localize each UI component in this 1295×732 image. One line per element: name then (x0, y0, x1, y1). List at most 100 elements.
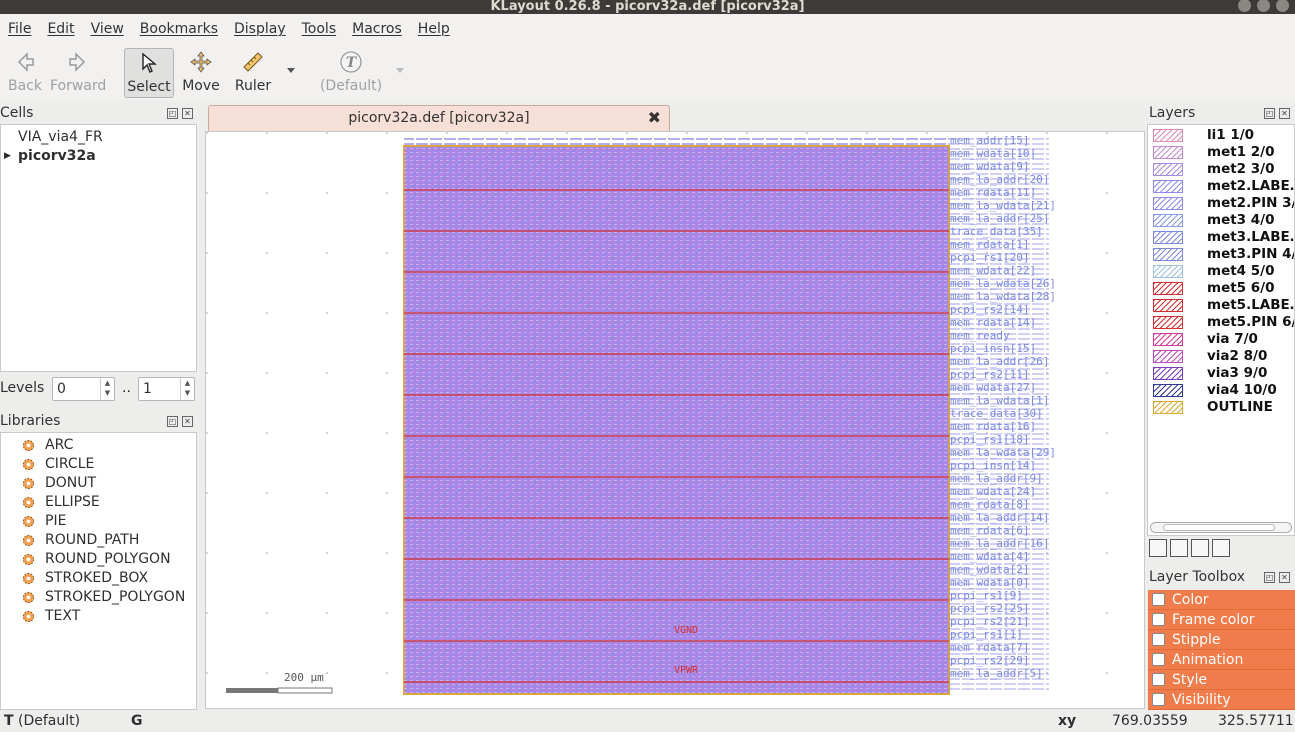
text-tool-glyph: T (346, 55, 358, 71)
scrollbar-handle[interactable] (1163, 524, 1275, 531)
menu-tools[interactable]: Tools (294, 21, 345, 37)
layer-row[interactable]: via3 9/0 (1148, 365, 1294, 382)
pin-label: mem_la_wdata[26] (950, 277, 1056, 290)
layer-row[interactable]: OUTLINE (1148, 399, 1294, 416)
close-tab-icon[interactable]: ✖ (648, 106, 661, 130)
move-to-bottom-icon[interactable] (1149, 539, 1167, 557)
levels-from-spinbox[interactable]: 0 ▲ ▼ (52, 377, 115, 401)
move-tool-button[interactable]: Move (176, 48, 226, 98)
layer-row[interactable]: met4 5/0 (1148, 263, 1294, 280)
layer-row[interactable]: via4 10/0 (1148, 382, 1294, 399)
menu-view[interactable]: View (83, 21, 132, 37)
layout-canvas[interactable]: VGND VPWR mem_addr[15] mem_wdata[10] mem_w… (205, 131, 1145, 709)
cell-item[interactable]: VIA_via4_FR (1, 128, 196, 147)
layer-swatch-icon (1153, 163, 1183, 176)
layer-swatch-icon (1153, 231, 1183, 244)
spin-arrows-icon[interactable]: ▲ ▼ (100, 378, 114, 400)
back-button[interactable]: Back (0, 48, 50, 98)
menu-bookmarks[interactable]: Bookmarks (132, 21, 226, 37)
move-up-icon[interactable] (1191, 539, 1209, 557)
forward-button[interactable]: Forward (50, 48, 106, 98)
move-down-icon[interactable] (1170, 539, 1188, 557)
cell-item-top[interactable]: ▶ picorv32a (1, 147, 196, 166)
pin-label: mem_la_addr[5] (950, 667, 1043, 680)
library-item[interactable]: STROKED_POLYGON (1, 588, 196, 607)
checkbox[interactable] (1152, 693, 1165, 706)
toolbox-item-label: Frame color (1172, 612, 1255, 628)
float-panel-icon[interactable]: ◰ (167, 108, 178, 119)
ruler-dropdown-icon[interactable] (287, 68, 295, 73)
library-item[interactable]: ELLIPSE (1, 493, 196, 512)
layer-row[interactable]: via2 8/0 (1148, 348, 1294, 365)
toolbox-item-label: Color (1172, 592, 1209, 608)
close-window-button[interactable] (1276, 0, 1289, 12)
layer-row[interactable]: met5.LABE… (1148, 297, 1294, 314)
toolbox-animation[interactable]: Animation (1148, 650, 1295, 670)
layer-row[interactable]: met3.PIN 4/2 (1148, 246, 1294, 263)
library-item[interactable]: ROUND_POLYGON (1, 550, 196, 569)
ruler-tool-button[interactable]: Ruler (228, 48, 278, 98)
minimize-button[interactable] (1238, 0, 1251, 12)
text-dropdown-icon[interactable] (396, 68, 404, 73)
close-panel-icon[interactable]: ✕ (182, 416, 193, 427)
menu-macros[interactable]: Macros (344, 21, 410, 37)
library-item[interactable]: STROKED_BOX (1, 569, 196, 588)
toolbox-color[interactable]: Color (1148, 590, 1295, 610)
checkbox[interactable] (1152, 593, 1165, 606)
maximize-button[interactable] (1257, 0, 1270, 12)
expand-arrow-icon[interactable]: ▶ (4, 147, 11, 166)
checkbox[interactable] (1152, 653, 1165, 666)
close-panel-icon[interactable]: ✕ (1279, 572, 1290, 583)
toolbox-stipple[interactable]: Stipple (1148, 630, 1295, 650)
library-item[interactable]: PIE (1, 512, 196, 531)
pin-label: pcpi_rs1[18] (950, 433, 1029, 446)
layer-row[interactable]: met1 2/0 (1148, 144, 1294, 161)
library-item-label: ELLIPSE (45, 494, 100, 510)
layer-row[interactable]: met5.PIN 6/2 (1148, 314, 1294, 331)
pin-label: mem_rdata[11] (950, 186, 1036, 199)
menu-help[interactable]: Help (410, 21, 458, 37)
layer-row[interactable]: met2 3/0 (1148, 161, 1294, 178)
cells-tree: VIA_via4_FR ▶ picorv32a (0, 124, 197, 372)
layer-swatch-icon (1153, 401, 1183, 414)
menu-file[interactable]: File (0, 21, 39, 37)
library-item[interactable]: ROUND_PATH (1, 531, 196, 550)
checkbox[interactable] (1152, 633, 1165, 646)
status-bar: T (Default) G xy 769.03559 325.57711 (0, 712, 1295, 732)
checkbox[interactable] (1152, 613, 1165, 626)
pin-label: mem_addr[15] (950, 134, 1029, 147)
float-panel-icon[interactable]: ◰ (167, 416, 178, 427)
spin-arrows-icon[interactable]: ▲ ▼ (180, 378, 194, 400)
float-panel-icon[interactable]: ◰ (1264, 108, 1275, 119)
library-item[interactable]: CIRCLE (1, 455, 196, 474)
move-to-top-icon[interactable] (1212, 539, 1230, 557)
text-default-button[interactable]: T (Default) (318, 48, 384, 98)
levels-to-spinbox[interactable]: 1 ▲ ▼ (138, 377, 195, 401)
menu-edit[interactable]: Edit (39, 21, 82, 37)
layer-name: li1 1/0 (1207, 127, 1255, 143)
checkbox[interactable] (1152, 673, 1165, 686)
layer-row[interactable]: met3.LABE… (1148, 229, 1294, 246)
toolbox-frame-color[interactable]: Frame color (1148, 610, 1295, 630)
layer-row[interactable]: via 7/0 (1148, 331, 1294, 348)
float-panel-icon[interactable]: ◰ (1264, 572, 1275, 583)
layer-row[interactable]: met5 6/0 (1148, 280, 1294, 297)
library-item[interactable]: TEXT (1, 607, 196, 626)
layer-row[interactable]: met3 4/0 (1148, 212, 1294, 229)
toolbox-style[interactable]: Style (1148, 670, 1295, 690)
layers-scrollbar[interactable] (1150, 522, 1292, 533)
toolbox-visibility[interactable]: Visibility (1148, 690, 1295, 710)
library-item[interactable]: DONUT (1, 474, 196, 493)
status-y: 325.57711 (1218, 713, 1294, 729)
document-tab[interactable]: picorv32a.def [picorv32a] ✖ (208, 105, 670, 131)
library-item[interactable]: ARC (1, 436, 196, 455)
layer-row[interactable]: li1 1/0 (1148, 127, 1294, 144)
layer-row[interactable]: met2.LABE… (1148, 178, 1294, 195)
menu-bar: File Edit View Bookmarks Display Tools M… (0, 14, 1295, 44)
menu-display[interactable]: Display (226, 21, 294, 37)
pin-label: pcpi_rs1[20] (950, 251, 1029, 264)
close-panel-icon[interactable]: ✕ (182, 108, 193, 119)
select-tool-button[interactable]: Select (124, 48, 174, 98)
layer-row[interactable]: met2.PIN 3/2 (1148, 195, 1294, 212)
close-panel-icon[interactable]: ✕ (1279, 108, 1290, 119)
